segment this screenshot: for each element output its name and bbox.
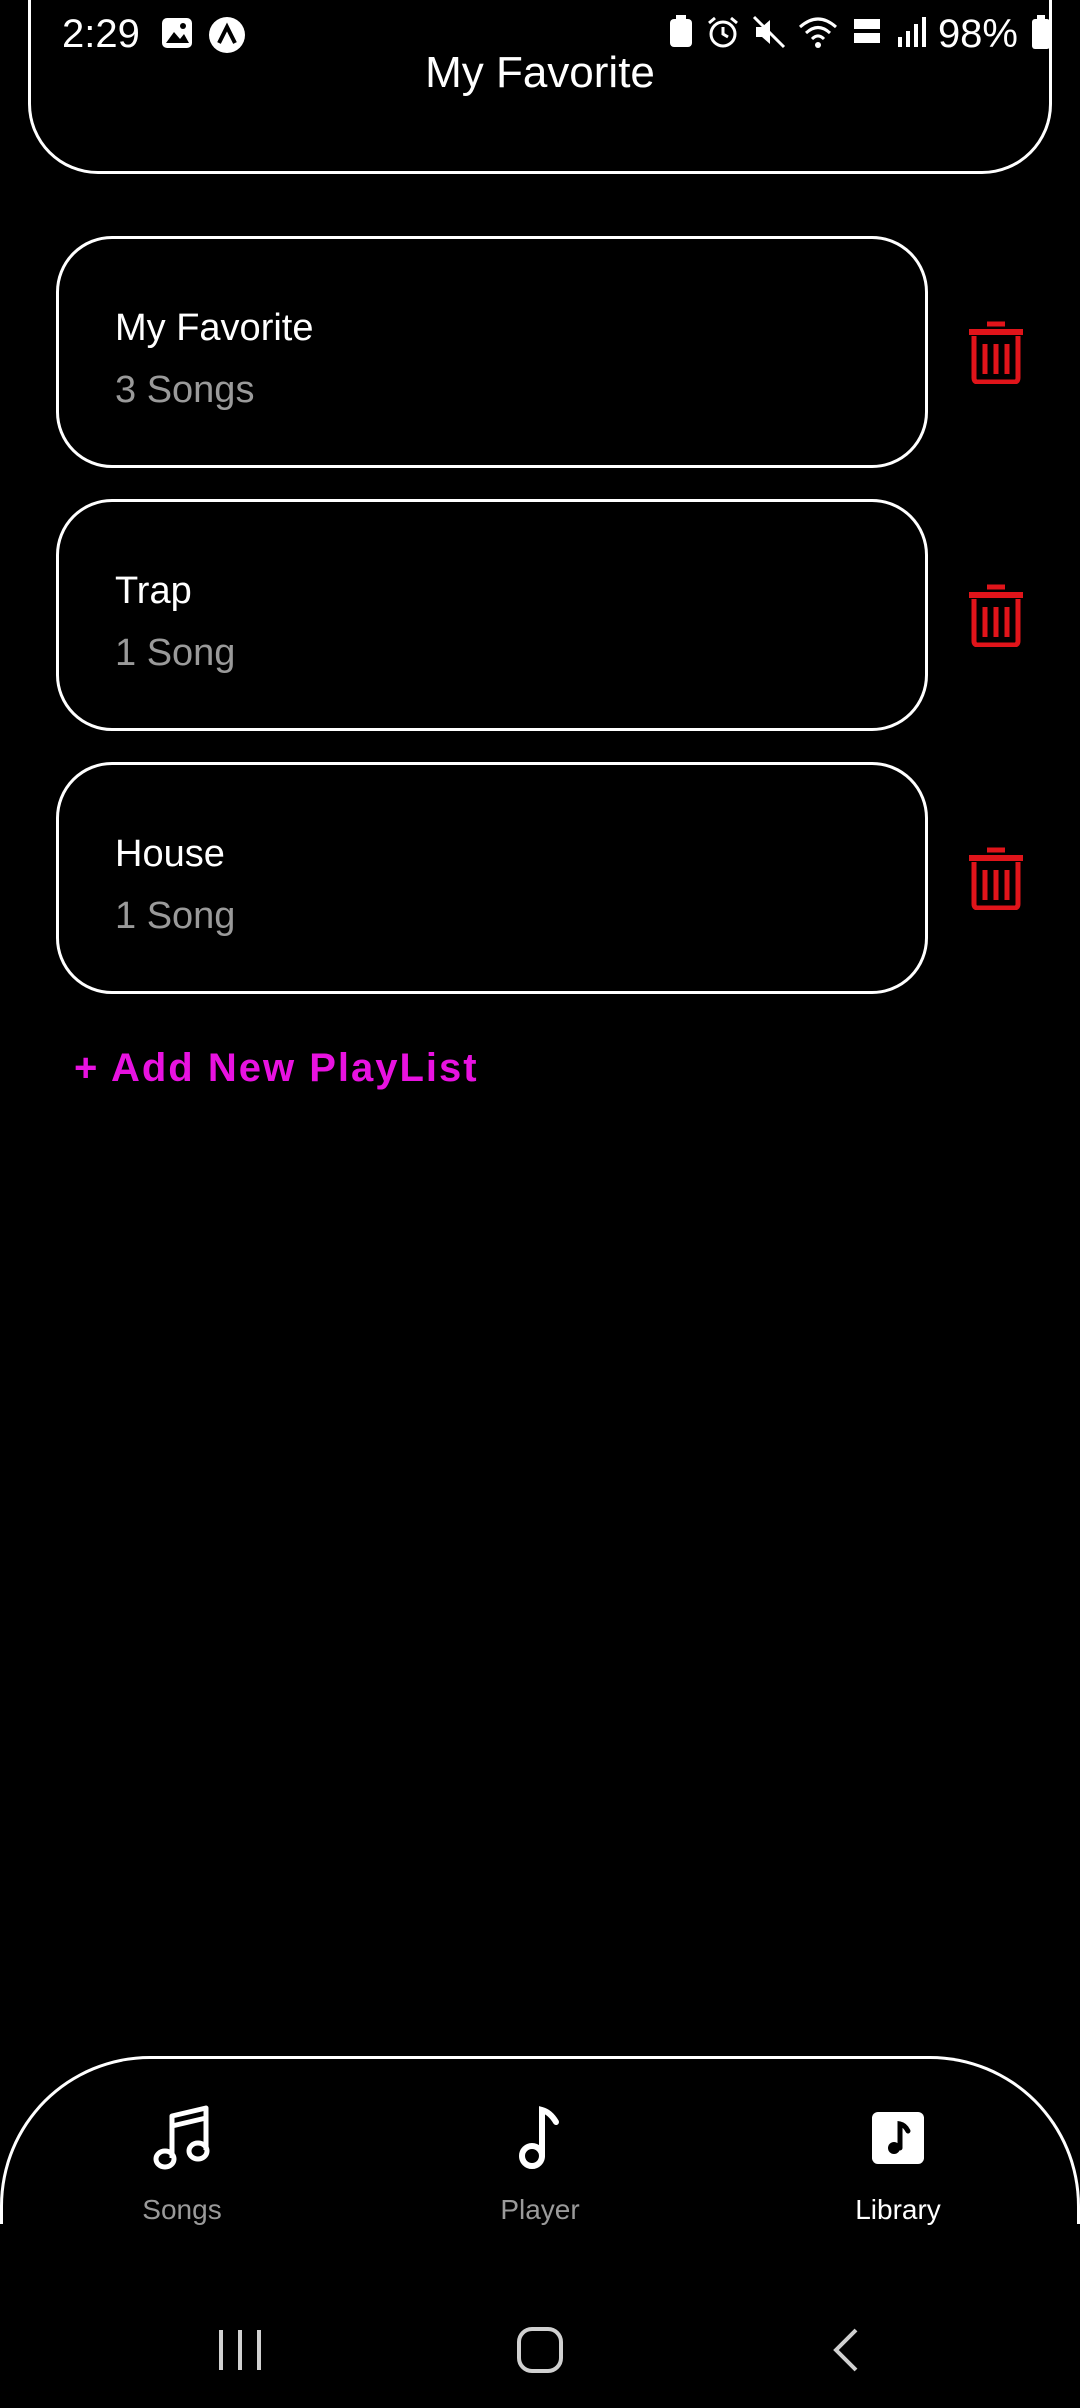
trash-icon — [969, 584, 1023, 647]
library-icon — [872, 2112, 924, 2164]
music-notes-icon — [153, 2105, 210, 2170]
trash-icon — [969, 321, 1023, 384]
playlist-row: House 1 Song — [56, 762, 1036, 1025]
playlist-card[interactable]: Trap 1 Song — [56, 499, 928, 731]
music-note-icon — [519, 2106, 559, 2169]
playlist-row: Trap 1 Song — [56, 499, 1036, 762]
back-button[interactable] — [806, 2320, 886, 2380]
playlist-song-count: 3 Songs — [115, 369, 255, 411]
nav-item-songs[interactable]: Songs — [62, 2100, 302, 2226]
home-icon — [517, 2327, 563, 2373]
system-navigation-bar — [0, 2300, 1080, 2400]
trash-icon — [969, 847, 1023, 910]
playlist-name: Trap — [115, 570, 192, 612]
delete-playlist-button[interactable] — [956, 838, 1036, 918]
playlist-name: House — [115, 833, 225, 875]
delete-playlist-button[interactable] — [956, 312, 1036, 392]
back-icon — [833, 2328, 858, 2372]
recent-apps-icon — [219, 2330, 261, 2370]
playlist-song-count: 1 Song — [115, 895, 236, 937]
add-new-playlist-button[interactable]: + Add New PlayList — [74, 1046, 479, 1091]
nav-label-player: Player — [500, 2194, 580, 2225]
playlist-song-count: 1 Song — [115, 632, 236, 674]
nav-item-library[interactable]: Library — [778, 2100, 1018, 2226]
page-title: My Favorite — [425, 48, 655, 97]
app-screen: 2:29 98% My Favorite My Favorite 3 Songs… — [0, 0, 1080, 2408]
playlist-row: My Favorite 3 Songs — [56, 236, 1036, 499]
header-card: My Favorite — [28, 0, 1052, 174]
home-button[interactable] — [500, 2320, 580, 2380]
playlist-list: My Favorite 3 Songs Trap 1 Song House 1 … — [56, 236, 1036, 1025]
nav-label-library: Library — [855, 2194, 941, 2225]
playlist-name: My Favorite — [115, 307, 314, 349]
nav-item-player[interactable]: Player — [420, 2100, 660, 2226]
playlist-card[interactable]: House 1 Song — [56, 762, 928, 994]
nav-label-songs: Songs — [142, 2194, 222, 2225]
recent-apps-button[interactable] — [200, 2320, 280, 2380]
delete-playlist-button[interactable] — [956, 575, 1036, 655]
playlist-card[interactable]: My Favorite 3 Songs — [56, 236, 928, 468]
